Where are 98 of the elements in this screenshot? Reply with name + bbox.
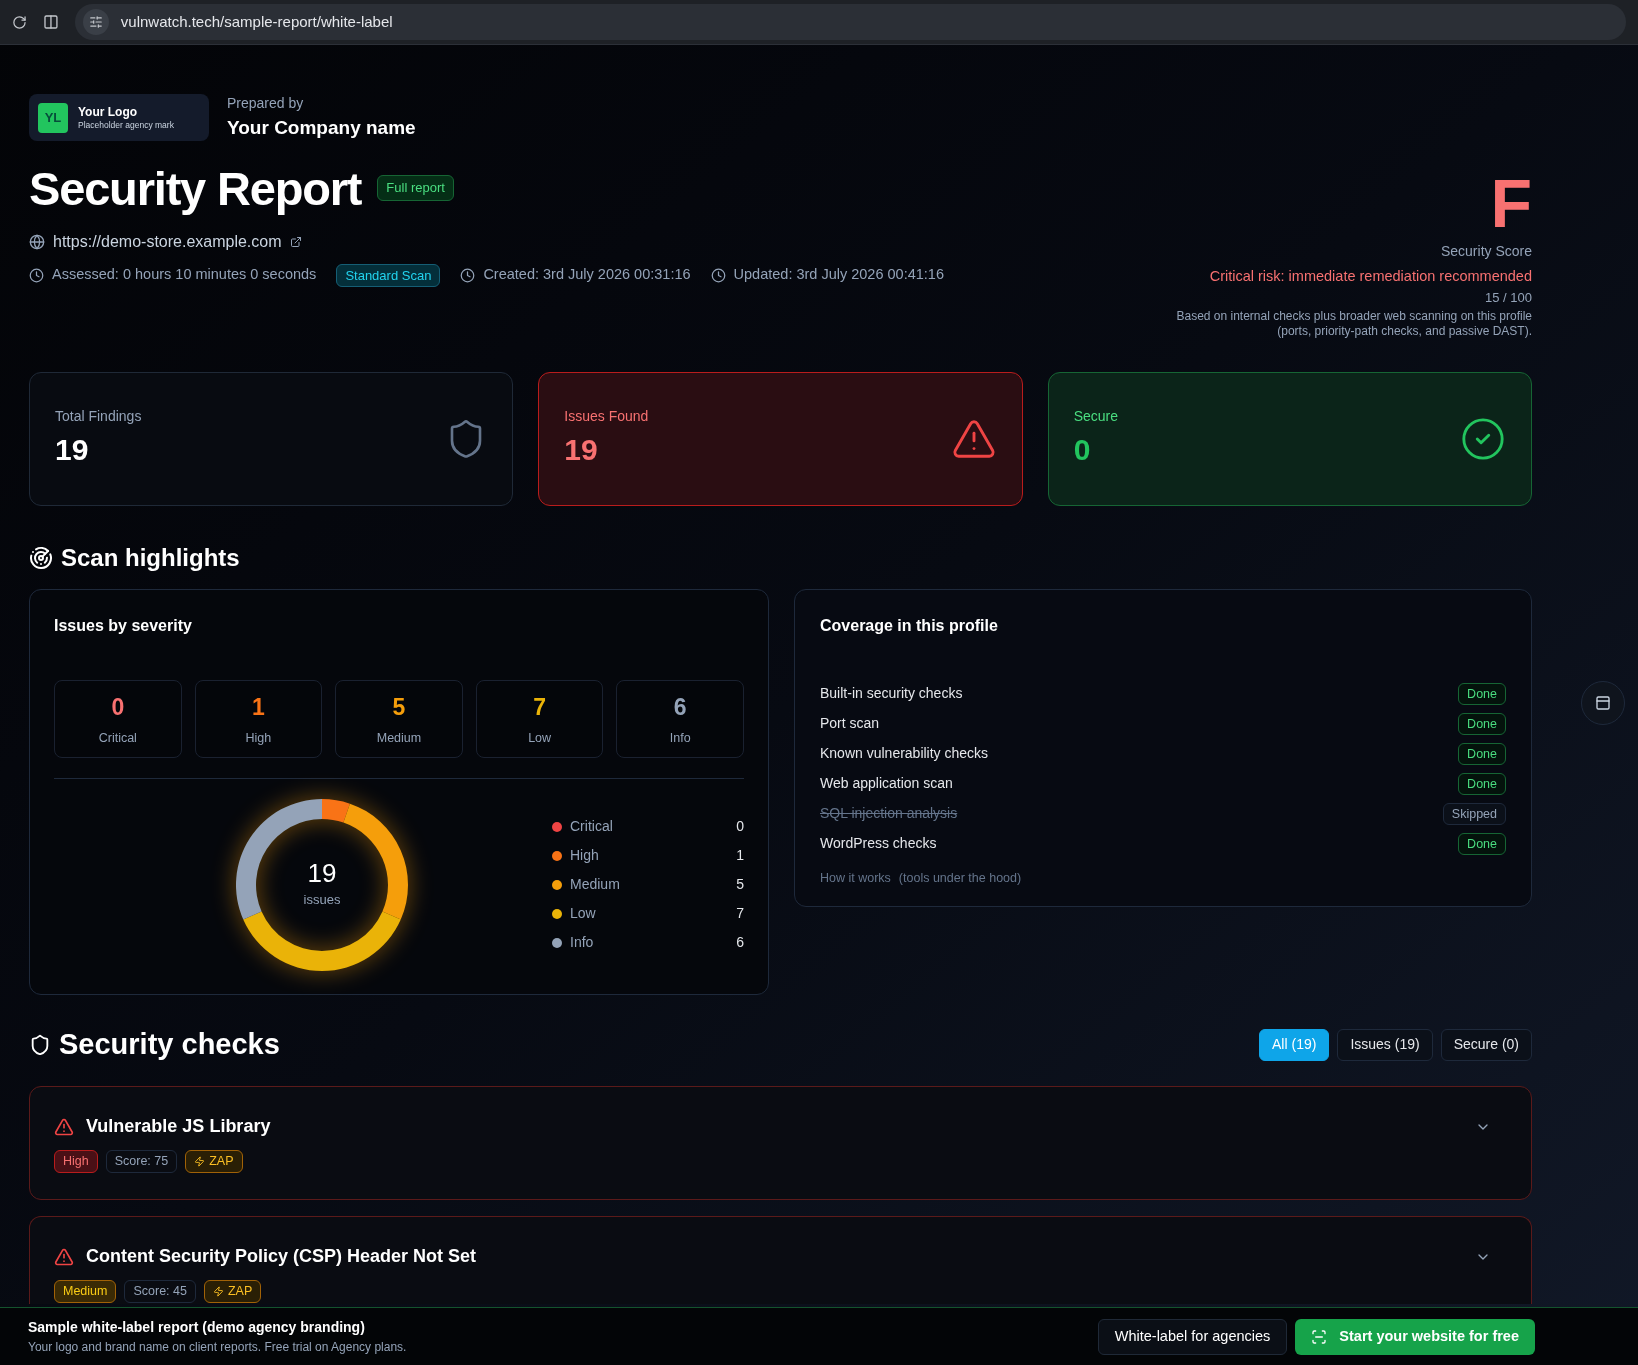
link-note: (tools under the hood) [898,869,1022,887]
clock-icon [710,267,726,283]
coverage-item: WordPress checks [820,834,937,854]
legend-label: High [570,846,599,866]
clock-icon [29,267,44,283]
side-panel-button[interactable] [1581,681,1625,725]
source-tag: ZAP [185,1150,243,1174]
score-note: Based on internal checks plus broader web scanning on this profile [1176,308,1532,324]
company-name: Your Company name [227,116,416,140]
check-card[interactable]: Content Security Policy (CSP) Header Not Set Medium Score: 45 ZAP [29,1216,1532,1305]
shield-icon [29,1033,51,1056]
reload-icon[interactable] [12,14,27,30]
card-value: 19 [564,431,599,468]
updated-date: Updated: 3rd July 2026 00:41:16 [733,265,944,285]
severity-label: Low [528,729,552,747]
severity-tag: Medium [54,1280,117,1304]
severity-count: 0 [111,693,125,723]
legend-count: 6 [736,933,744,953]
donut-label: issues [303,891,341,910]
severity-label: Critical [98,729,137,747]
score-label: Security Score [1440,243,1532,261]
status-badge: Skipped [1442,802,1506,826]
scan-type-badge: Standard Scan [336,263,441,287]
address-bar[interactable]: vulnwatch.tech/sample-report/white-label [74,4,1626,40]
severity-label: High [245,729,272,747]
globe-icon [29,233,45,250]
scan-icon [1311,1328,1328,1345]
panel-icon [1595,695,1611,711]
severity-label: Info [669,729,691,747]
severity-count: 1 [252,693,265,723]
severity-count: 7 [533,693,546,723]
legend-label: Info [570,933,594,953]
card-label: Secure [1073,406,1118,426]
status-badge: Done [1458,682,1506,706]
url-text: vulnwatch.tech/sample-report/white-label [120,11,393,32]
check-circle-icon [1460,415,1506,462]
legend-count: 1 [736,846,744,866]
filter-tab[interactable]: Issues (19) [1337,1028,1433,1061]
filter-tab[interactable]: Secure (0) [1440,1028,1532,1061]
bolt-icon [213,1286,224,1298]
coverage-item: SQL injection analysis [820,804,958,824]
severity-label: Medium [376,729,422,747]
source-tag: ZAP [204,1280,262,1304]
created-date: Created: 3rd July 2026 00:31:16 [483,265,691,285]
site-settings-icon[interactable] [88,15,103,29]
card-value: 0 [1073,431,1092,468]
card-label: Total Findings [55,406,142,426]
score-note: (ports, priority-path checks, and passive DAST). [1277,323,1532,339]
card-label: Issues Found [564,406,649,426]
agency-plans-button[interactable]: White-label for agencies [1097,1318,1288,1355]
prepared-by-label: Prepared by [227,94,305,113]
radar-icon [29,545,53,570]
assessed-duration: Assessed: 0 hours 10 minutes 0 seconds [52,265,317,285]
status-badge: Done [1458,832,1506,856]
severity-tag: High [54,1150,98,1174]
card-value: 19 [55,431,90,468]
check-title: Vulnerable JS Library [86,1115,271,1139]
severity-count: 6 [673,693,687,723]
legend-count: 0 [736,817,744,837]
donut-total: 19 [307,860,337,887]
split-view-icon[interactable] [42,14,59,30]
logo-mark: YL [38,102,68,133]
score-tag: Score: 75 [105,1150,178,1174]
coverage-item: Known vulnerability checks [820,744,989,764]
score-tag: Score: 45 [124,1280,196,1304]
status-badge: Done [1458,772,1506,796]
risk-message: Critical risk: immediate remediation recommended [1209,266,1532,285]
logo-title: Your Logo [78,104,139,120]
clock-icon [460,267,476,283]
security-grade: F [1490,169,1532,237]
warning-icon [54,1116,74,1137]
score-value: 15 / 100 [1485,289,1532,306]
section-title: Scan highlights [61,542,240,573]
legend-label: Low [570,904,596,924]
bolt-icon [194,1156,206,1168]
status-badge: Done [1458,742,1506,766]
legend-count: 5 [736,875,744,895]
legend-count: 7 [736,904,744,924]
external-link-icon[interactable] [289,235,302,248]
coverage-item: Built-in security checks [820,684,963,704]
report-type-badge: Full report [377,175,454,201]
coverage-item: Web application scan [820,774,953,794]
legend-label: Medium [570,875,620,895]
section-title: Security checks [59,1026,280,1062]
panel-title: Issues by severity [54,616,192,634]
panel-title: Coverage in this profile [820,616,998,634]
how-it-works-link[interactable]: How it works [820,868,891,888]
logo-subtitle: Placeholder agency mark [78,119,174,131]
status-badge: Done [1458,712,1506,736]
check-title: Content Security Policy (CSP) Header Not Set [86,1245,477,1269]
site-link[interactable]: https://demo-store.example.com [53,229,282,254]
warning-icon [54,1246,74,1267]
coverage-item: Port scan [820,714,880,734]
severity-count: 5 [392,693,406,723]
footer-title: Sample white-label report (demo agency branding) [28,1318,366,1337]
check-card[interactable]: Vulnerable JS Library High Score: 75 ZAP [29,1086,1532,1201]
footer-subtitle: Your logo and brand name on client reports. Free trial on Agency plans. [28,1339,407,1356]
legend-label: Critical [570,817,613,837]
